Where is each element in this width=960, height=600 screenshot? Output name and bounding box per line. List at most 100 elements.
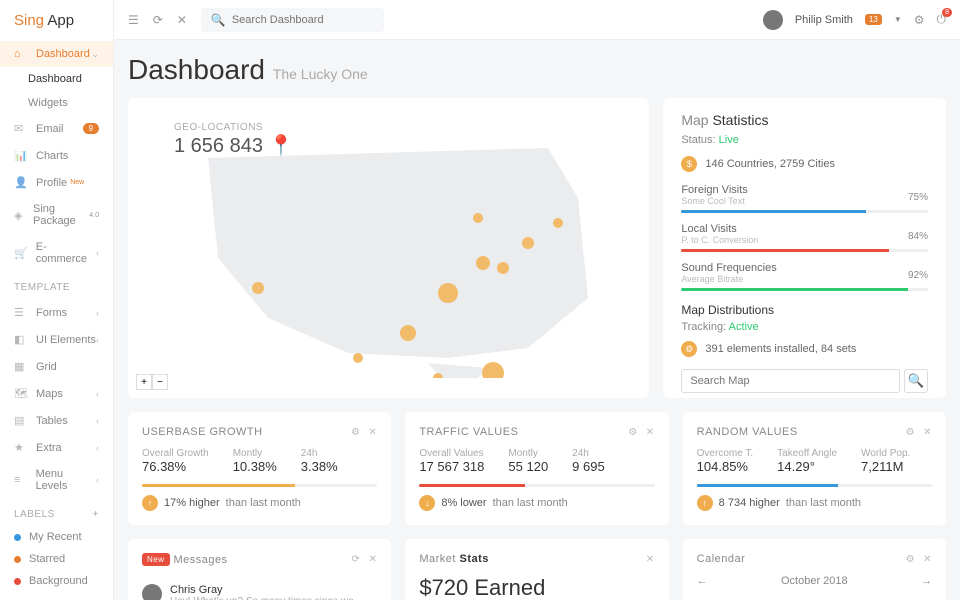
label-recent[interactable]: My Recent — [0, 526, 113, 548]
traffic-trend: ↓8% lowerthan last month — [419, 495, 654, 511]
gear-icon[interactable]: ⚙ — [628, 427, 637, 438]
map-zoom: + − — [136, 374, 168, 390]
search-input[interactable] — [232, 14, 374, 26]
main-content: ☰ ⟳ ✕ 🔍 Philip Smith 13 ▼ ⚙ ⏻8 Dashboard… — [114, 0, 960, 600]
zoom-out-button[interactable]: − — [152, 374, 168, 390]
map-search-button[interactable]: 🔍 — [904, 369, 928, 393]
geo-label: GEO-LOCATIONS — [174, 122, 293, 133]
map-search-input[interactable] — [681, 369, 900, 393]
nav-ecommerce[interactable]: 🛒 E-commerce ‹ — [0, 234, 113, 272]
nav-maps[interactable]: 🗺Maps‹ — [0, 380, 113, 407]
calendar-header: Calendar — [697, 553, 746, 565]
nav-menu-levels[interactable]: ≡Menu Levels‹ — [0, 461, 113, 499]
menu-icon[interactable]: ☰ — [128, 13, 139, 27]
map-card: GEO-LOCATIONS 1 656 843 📍 + − — [128, 98, 649, 398]
sidebar: Sing App ⌂ Dashboard ⌄ Dashboard Widgets… — [0, 0, 114, 600]
refresh-icon[interactable]: ⟳ — [352, 554, 361, 565]
elements-stat: ⚙391 elements installed, 84 sets — [681, 341, 928, 357]
up-icon: ↑ — [142, 495, 158, 511]
growth-header: USERBASE GROWTH — [142, 426, 263, 438]
email-badge: 9 — [83, 123, 99, 134]
nav-ui[interactable]: ◧UI Elements‹ — [0, 326, 113, 353]
version-tag: 4.0 — [89, 212, 99, 219]
search-icon: 🔍 — [211, 13, 226, 27]
user-caret-icon[interactable]: ▼ — [894, 15, 902, 24]
gear-icon[interactable]: ⚙ — [351, 427, 360, 438]
nav-grid[interactable]: ▦Grid — [0, 353, 113, 380]
random-trend: ↑8 734 higherthan last month — [697, 495, 932, 511]
foreign-visits: Foreign VisitsSome Cool Text75% — [681, 184, 928, 213]
page-title: Dashboard The Lucky One — [128, 54, 946, 86]
add-label-button[interactable]: + — [93, 509, 99, 520]
pin-icon: 📍 — [269, 135, 294, 157]
messages-card: NewMessages⟳✕ Chris GrayHey! What's up? … — [128, 539, 391, 600]
nav-forms[interactable]: ☰Forms‹ — [0, 299, 113, 326]
subnav-dashboard[interactable]: Dashboard — [14, 67, 113, 91]
home-icon: ⌂ — [14, 48, 28, 60]
nav-profile[interactable]: 👤 Profile New — [0, 169, 113, 196]
app-logo: Sing App — [0, 12, 113, 41]
new-tag: New — [70, 179, 84, 186]
close-icon[interactable]: ✕ — [646, 554, 655, 565]
traffic-header: TRAFFIC VALUES — [419, 426, 518, 438]
message-item[interactable]: Chris GrayHey! What's up? So many times … — [142, 576, 377, 600]
growth-card: USERBASE GROWTH⚙✕ Overall Growth76.38% M… — [128, 412, 391, 525]
prev-month-button[interactable]: ← — [697, 575, 708, 587]
nav-package[interactable]: ◈ Sing Package 4.0 — [0, 196, 113, 234]
refresh-icon[interactable]: ⟳ — [153, 13, 163, 27]
label-background[interactable]: Background — [0, 570, 113, 592]
nav-extra[interactable]: ★Extra‹ — [0, 434, 113, 461]
market-header: Market Stats — [419, 553, 489, 565]
nav-dashboard-label: Dashboard — [36, 48, 90, 60]
close-icon[interactable]: ✕ — [646, 427, 655, 438]
up-icon: ↑ — [697, 495, 713, 511]
nav-dashboard-sub: Dashboard Widgets — [0, 67, 113, 115]
random-overcome: Overcome T.104.85% — [697, 448, 754, 474]
cart-icon: 🛒 — [14, 247, 28, 260]
close-icon[interactable]: ✕ — [368, 427, 377, 438]
gear-icon[interactable]: ⚙ — [914, 13, 925, 27]
down-icon: ↓ — [419, 495, 435, 511]
topbar-right: Philip Smith 13 ▼ ⚙ ⏻8 — [763, 10, 946, 30]
chart-icon: 📊 — [14, 149, 28, 162]
close-icon[interactable]: ✕ — [177, 13, 187, 27]
close-icon[interactable]: ✕ — [923, 554, 932, 565]
zoom-in-button[interactable]: + — [136, 374, 152, 390]
nav-tables[interactable]: ▤Tables‹ — [0, 407, 113, 434]
random-header: RANDOM VALUES — [697, 426, 798, 438]
label-starred[interactable]: Starred — [0, 548, 113, 570]
grid-icon: ▦ — [14, 360, 28, 373]
market-amount: $720 Earned — [419, 575, 654, 600]
gear-icon[interactable]: ⚙ — [906, 427, 915, 438]
close-icon[interactable]: ✕ — [923, 427, 932, 438]
cal-day-header: S — [697, 595, 729, 600]
chevron-left-icon: ‹ — [96, 248, 99, 258]
user-icon: 👤 — [14, 176, 28, 189]
cube-icon: ◈ — [14, 209, 25, 222]
geo-stat: GEO-LOCATIONS 1 656 843 📍 — [174, 122, 293, 158]
mail-icon: ✉ — [14, 122, 28, 135]
user-avatar[interactable] — [763, 10, 783, 30]
map-icon: 🗺 — [14, 387, 28, 400]
dist-title: Map Distributions — [681, 303, 928, 317]
subnav-widgets[interactable]: Widgets — [14, 91, 113, 115]
close-icon[interactable]: ✕ — [368, 554, 377, 565]
gear-circle-icon: ⚙ — [681, 341, 697, 357]
content: Dashboard The Lucky One GEO-LOCATIONS 1 … — [114, 40, 960, 600]
random-takeoff: Takeoff Angle14.29° — [777, 448, 837, 474]
user-name[interactable]: Philip Smith — [795, 14, 853, 26]
ui-icon: ◧ — [14, 333, 28, 346]
traffic-overall: Overall Values17 567 318 — [419, 448, 484, 474]
labels-header: LABELS + — [0, 499, 113, 526]
market-card: Market Stats✕ $720 Earned Target $820 da… — [405, 539, 668, 600]
next-month-button[interactable]: → — [921, 575, 932, 587]
gear-icon[interactable]: ⚙ — [906, 554, 915, 565]
calendar-card: Calendar⚙✕ ← October 2018 → SMTWTFS 1234… — [683, 539, 946, 600]
nav-dashboard[interactable]: ⌂ Dashboard ⌄ — [0, 41, 113, 67]
msg-avatar — [142, 584, 162, 600]
nav-charts[interactable]: 📊 Charts — [0, 142, 113, 169]
traffic-monthly: Montly55 120 — [508, 448, 548, 474]
notif-icon[interactable]: ⏻8 — [937, 12, 947, 27]
nav-email[interactable]: ✉ Email 9 — [0, 115, 113, 142]
geo-value: 1 656 843 📍 — [174, 133, 293, 158]
